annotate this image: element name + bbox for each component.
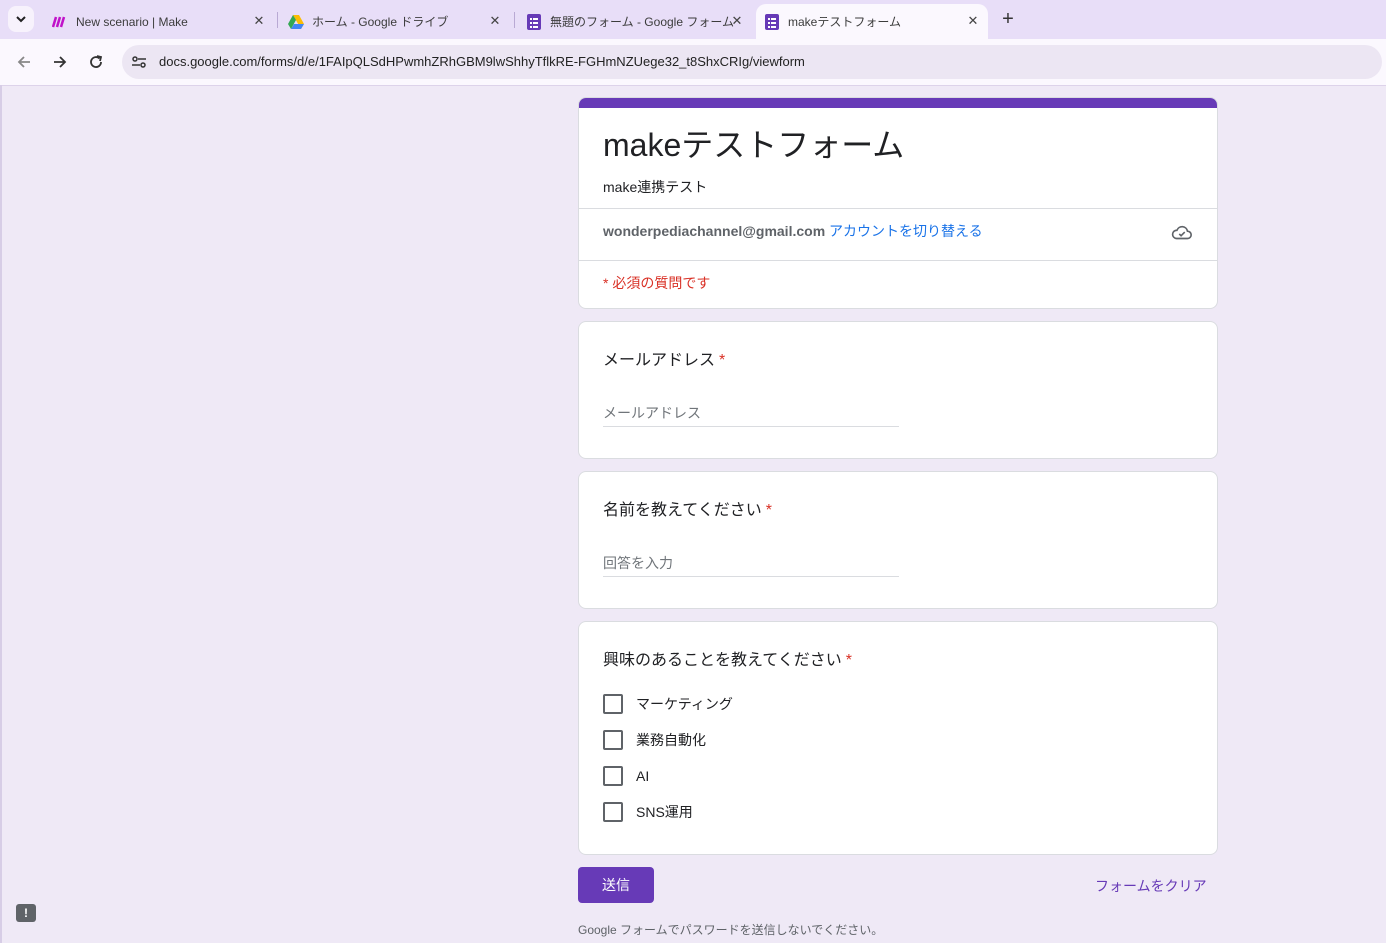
- account-row: wonderpediachannel@gmail.com アカウントを切り替える: [603, 221, 983, 241]
- arrow-left-icon: [17, 56, 30, 68]
- new-tab-button[interactable]: +: [996, 8, 1020, 32]
- option-label: 業務自動化: [636, 732, 706, 748]
- option-label: AI: [636, 768, 650, 784]
- window-edge: [0, 85, 2, 943]
- back-button[interactable]: [11, 49, 37, 75]
- checkbox[interactable]: [603, 802, 623, 822]
- close-tab-icon[interactable]: ✕: [966, 14, 980, 28]
- divider: [579, 260, 1217, 261]
- tab-make[interactable]: New scenario | Make ✕: [44, 4, 274, 39]
- checkbox-option[interactable]: AI: [603, 765, 649, 787]
- tab-title: New scenario | Make: [76, 14, 188, 29]
- tab-title: makeテストフォーム: [788, 15, 901, 29]
- required-mark: *: [719, 352, 726, 369]
- google-drive-icon: [288, 14, 304, 30]
- feedback-icon[interactable]: !: [16, 904, 36, 922]
- required-note: * 必須の質問です: [603, 275, 711, 291]
- browser-toolbar: docs.google.com/forms/d/e/1FAIpQLSdHPwmh…: [0, 39, 1386, 86]
- google-forms-icon: [764, 13, 780, 30]
- tab-separator: [514, 12, 515, 28]
- question-card-email: メールアドレス *: [578, 321, 1218, 459]
- close-tab-icon[interactable]: ✕: [730, 14, 744, 28]
- checkbox-option[interactable]: SNS運用: [603, 801, 693, 823]
- option-label: SNS運用: [636, 804, 693, 820]
- tab-title: ホーム - Google ドライブ: [312, 15, 449, 29]
- tab-make-test-form[interactable]: makeテストフォーム ✕: [756, 4, 988, 39]
- site-settings-icon[interactable]: [130, 53, 148, 71]
- address-bar[interactable]: docs.google.com/forms/d/e/1FAIpQLSdHPwmh…: [122, 45, 1382, 79]
- clear-form-button[interactable]: フォームをクリア: [1095, 876, 1207, 896]
- form-title: makeテストフォーム: [603, 127, 905, 163]
- cloud-saved-icon: [1171, 225, 1192, 240]
- chevron-down-icon: [16, 16, 26, 23]
- form-description: make連携テスト: [603, 179, 708, 195]
- question-card-interests: 興味のあることを教えてください * マーケティング 業務自動化 AI SNS運用: [578, 621, 1218, 855]
- checkbox-option[interactable]: マーケティング: [603, 693, 733, 715]
- question-text: 名前を教えてください: [603, 502, 762, 519]
- reload-icon: [90, 55, 103, 68]
- option-label: マーケティング: [636, 696, 733, 712]
- tab-bar: New scenario | Make ✕ ホーム - Google ドライブ …: [0, 0, 1386, 39]
- accent-bar: [579, 98, 1217, 108]
- url-text: docs.google.com/forms/d/e/1FAIpQLSdHPwmh…: [159, 54, 805, 69]
- google-forms-icon: [526, 13, 542, 30]
- close-tab-icon[interactable]: ✕: [488, 14, 502, 28]
- checkbox[interactable]: [603, 694, 623, 714]
- name-field[interactable]: [603, 550, 899, 577]
- divider: [579, 208, 1217, 209]
- checkbox-option[interactable]: 業務自動化: [603, 729, 706, 751]
- question-text: メールアドレス: [603, 352, 716, 369]
- forward-button[interactable]: [47, 49, 73, 75]
- question-title: 興味のあることを教えてください *: [603, 646, 852, 670]
- arrow-right-icon: [54, 56, 67, 68]
- checkbox[interactable]: [603, 730, 623, 750]
- close-tab-icon[interactable]: ✕: [252, 14, 266, 28]
- tab-title: 無題のフォーム - Google フォーム: [550, 15, 734, 29]
- account-email: wonderpediachannel@gmail.com: [603, 223, 826, 239]
- tab-separator: [277, 12, 278, 28]
- email-field[interactable]: [603, 400, 899, 427]
- reload-button[interactable]: [83, 49, 109, 75]
- submit-button[interactable]: 送信: [578, 867, 654, 903]
- make-logo-icon: [52, 14, 68, 30]
- switch-account-link[interactable]: アカウントを切り替える: [829, 223, 983, 239]
- footer-note: Google フォームでパスワードを送信しないでください。: [578, 923, 884, 937]
- tab-search-button[interactable]: [8, 6, 34, 32]
- question-text: 興味のあることを教えてください: [603, 652, 842, 669]
- tab-google-drive[interactable]: ホーム - Google ドライブ ✕: [280, 4, 510, 39]
- tab-untitled-form[interactable]: 無題のフォーム - Google フォーム ✕: [518, 4, 752, 39]
- required-mark: *: [845, 652, 852, 669]
- required-mark: *: [765, 502, 772, 519]
- checkbox[interactable]: [603, 766, 623, 786]
- question-card-name: 名前を教えてください *: [578, 471, 1218, 609]
- question-title: メールアドレス *: [603, 346, 725, 370]
- question-title: 名前を教えてください *: [603, 496, 772, 520]
- form-header-card: makeテストフォーム make連携テスト wonderpediachannel…: [578, 97, 1218, 309]
